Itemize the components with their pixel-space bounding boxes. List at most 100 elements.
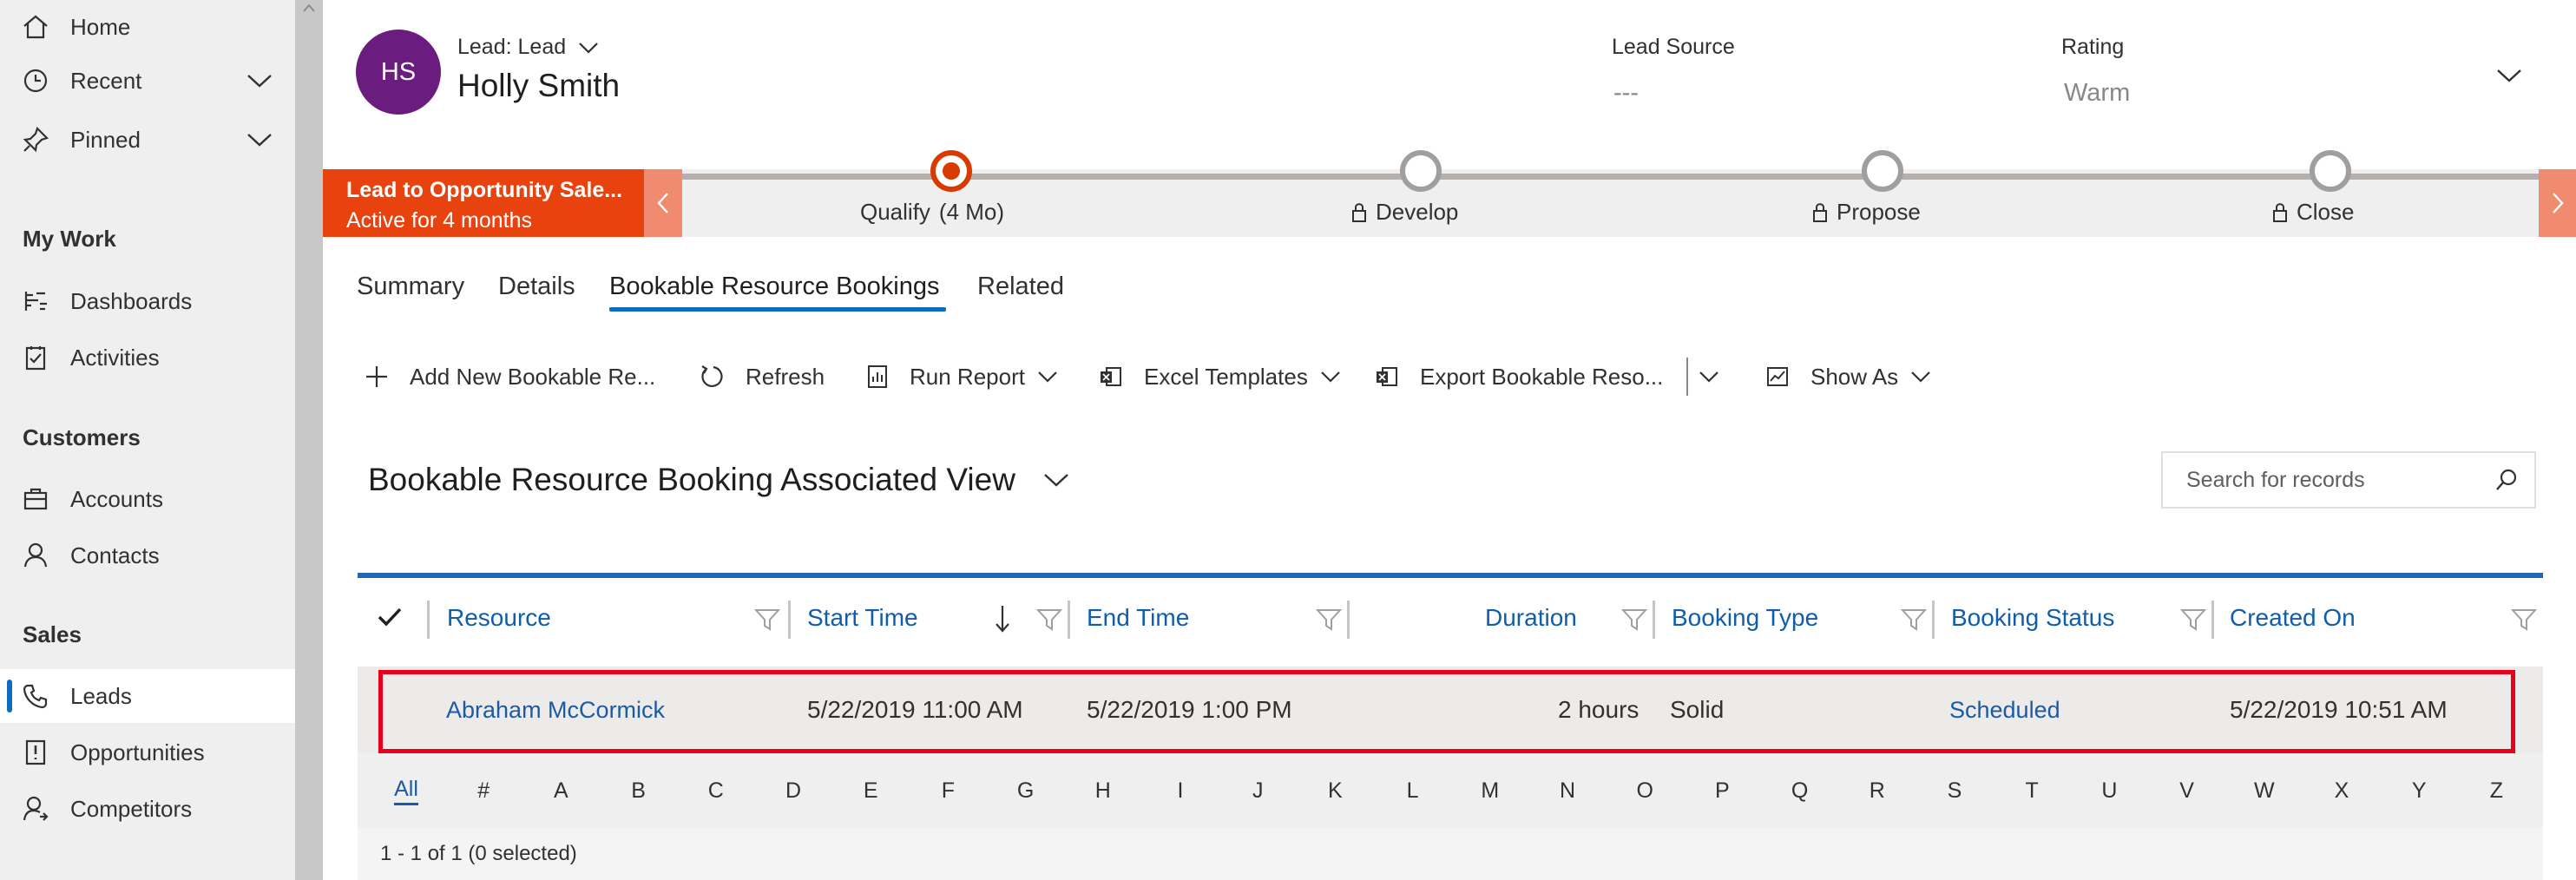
process-name-panel[interactable]: Lead to Opportunity Sale... Active for 4… — [323, 169, 644, 237]
alpha-filter-letter[interactable]: R — [1851, 753, 1903, 828]
alpha-filter-letter[interactable]: L — [1387, 753, 1439, 828]
filter-icon[interactable] — [1901, 607, 1927, 632]
nav-item-pinned[interactable]: Pinned — [0, 113, 295, 167]
alpha-filter-all[interactable]: All — [380, 753, 432, 828]
nav-item-label: Competitors — [70, 795, 193, 822]
alpha-filter-letter[interactable]: H — [1077, 753, 1129, 828]
show-as-button[interactable]: Show As — [1765, 359, 1931, 394]
column-header-booking-status[interactable]: Booking Status — [1951, 578, 2114, 658]
alpha-filter-letter[interactable]: K — [1309, 753, 1361, 828]
alpha-filter-letter[interactable]: D — [767, 753, 819, 828]
chevron-down-icon[interactable] — [246, 73, 273, 89]
column-header-end-time[interactable]: End Time — [1087, 578, 1189, 658]
stage-qualify-label[interactable]: Qualify (4 Mo) — [860, 199, 1004, 226]
alpha-filter-letter[interactable]: Q — [1774, 753, 1826, 828]
nav-item-home[interactable]: Home — [0, 0, 295, 54]
filter-icon[interactable] — [754, 607, 780, 632]
nav-item-accounts[interactable]: Accounts — [0, 472, 295, 526]
column-header-duration[interactable]: Duration — [1485, 578, 1577, 658]
bookings-grid: Resource Start Time End Time Duration Bo… — [358, 573, 2543, 880]
alpha-filter-letter[interactable]: J — [1232, 753, 1284, 828]
stage-close-node[interactable] — [2310, 150, 2351, 192]
expand-header-chevron-icon[interactable] — [2496, 68, 2522, 83]
alpha-filter-letter[interactable]: T — [2006, 753, 2058, 828]
alpha-filter-letter[interactable]: G — [1000, 753, 1052, 828]
export-options-dropdown[interactable] — [1699, 359, 1719, 394]
excel-templates-button[interactable]: Excel Templates — [1099, 359, 1341, 394]
alpha-filter-label: G — [1016, 778, 1035, 803]
nav-item-recent[interactable]: Recent — [0, 54, 295, 108]
alpha-filter-letter[interactable]: I — [1154, 753, 1206, 828]
filter-icon[interactable] — [2511, 607, 2537, 632]
chevron-down-icon[interactable] — [246, 132, 273, 148]
filter-icon[interactable] — [2180, 607, 2206, 632]
nav-item-contacts[interactable]: Contacts — [0, 529, 295, 582]
view-title: Bookable Resource Booking Associated Vie… — [368, 462, 1015, 497]
column-header-booking-type[interactable]: Booking Type — [1672, 578, 1818, 658]
add-new-booking-button[interactable]: Add New Bookable Re... — [365, 359, 655, 394]
alpha-filter-letter[interactable]: M — [1464, 753, 1516, 828]
alpha-filter-letter[interactable]: N — [1541, 753, 1594, 828]
nav-item-activities[interactable]: Activities — [0, 331, 295, 384]
stage-close-label[interactable]: Close — [2272, 199, 2354, 226]
alpha-filter-label: # — [477, 778, 490, 803]
alpha-filter-letter[interactable]: F — [922, 753, 974, 828]
alpha-filter-letter[interactable]: # — [457, 753, 509, 828]
alpha-filter-letter[interactable]: V — [2161, 753, 2213, 828]
alpha-filter-label: P — [1715, 778, 1730, 803]
stage-propose-label[interactable]: Propose — [1812, 199, 1921, 226]
entity-type-selector[interactable]: Lead: Lead — [457, 35, 599, 60]
tab-related[interactable]: Related — [977, 273, 1064, 301]
stage-develop-node[interactable] — [1400, 150, 1442, 192]
table-row[interactable]: Abraham McCormick 5/22/2019 11:00 AM 5/2… — [358, 667, 2543, 753]
tab-bookable-resource-bookings[interactable]: Bookable Resource Bookings — [609, 273, 939, 301]
alpha-filter-letter[interactable]: S — [1929, 753, 1981, 828]
alpha-filter-letter[interactable]: Y — [2393, 753, 2445, 828]
alpha-filter-letter[interactable]: Z — [2470, 753, 2522, 828]
previous-stage-button[interactable] — [644, 169, 682, 237]
alpha-filter-letter[interactable]: E — [844, 753, 897, 828]
tab-summary[interactable]: Summary — [357, 273, 464, 301]
alpha-filter-letter[interactable]: A — [535, 753, 587, 828]
alpha-filter-letter[interactable]: B — [613, 753, 665, 828]
entity-type-label: Lead: Lead — [457, 35, 567, 59]
nav-item-competitors[interactable]: Competitors — [0, 782, 295, 836]
search-icon[interactable] — [2494, 468, 2519, 492]
select-all-checkmark-icon[interactable] — [377, 606, 403, 628]
search-input[interactable] — [2163, 453, 2493, 507]
tab-details[interactable]: Details — [498, 273, 575, 301]
alpha-filter-letter[interactable]: O — [1619, 753, 1671, 828]
filter-icon[interactable] — [1316, 607, 1342, 632]
alpha-filter-letter[interactable]: C — [690, 753, 742, 828]
alpha-filter-letter[interactable]: X — [2316, 753, 2368, 828]
stage-qualify-node[interactable] — [930, 150, 972, 192]
booking-status-link[interactable]: Scheduled — [1949, 667, 2060, 753]
next-stage-button[interactable] — [2539, 169, 2576, 237]
stage-propose-node[interactable] — [1862, 150, 1903, 192]
column-header-start-time[interactable]: Start Time — [807, 578, 918, 658]
column-divider — [1068, 601, 1070, 639]
alpha-filter-label: E — [863, 778, 878, 803]
column-header-resource[interactable]: Resource — [447, 578, 551, 658]
alpha-filter-letter[interactable]: P — [1696, 753, 1748, 828]
view-selector[interactable]: Bookable Resource Booking Associated Vie… — [368, 462, 1069, 498]
refresh-icon — [701, 365, 723, 387]
refresh-button[interactable]: Refresh — [699, 359, 825, 394]
nav-item-opportunities[interactable]: Opportunities — [0, 726, 295, 779]
filter-icon[interactable] — [1036, 607, 1062, 632]
sort-descending-arrow-icon — [996, 606, 1009, 633]
alpha-filter-letter[interactable]: W — [2238, 753, 2290, 828]
stage-develop-label[interactable]: Develop — [1351, 199, 1458, 226]
alpha-filter-letter[interactable]: U — [2083, 753, 2135, 828]
nav-item-dashboards[interactable]: Dashboards — [0, 274, 295, 328]
resource-link[interactable]: Abraham McCormick — [446, 667, 665, 753]
scroll-up-icon[interactable] — [303, 3, 315, 12]
filter-icon[interactable] — [1621, 607, 1647, 632]
column-header-created-on[interactable]: Created On — [2230, 578, 2356, 658]
export-bookings-button[interactable]: Export Bookable Reso... — [1375, 359, 1663, 394]
report-icon — [868, 365, 887, 388]
run-report-button[interactable]: Run Report — [866, 359, 1058, 394]
record-count: 1 - 1 of 1 (0 selected) — [380, 842, 577, 865]
sidebar-scrollbar[interactable] — [295, 0, 323, 880]
nav-item-leads[interactable]: Leads — [0, 669, 295, 723]
